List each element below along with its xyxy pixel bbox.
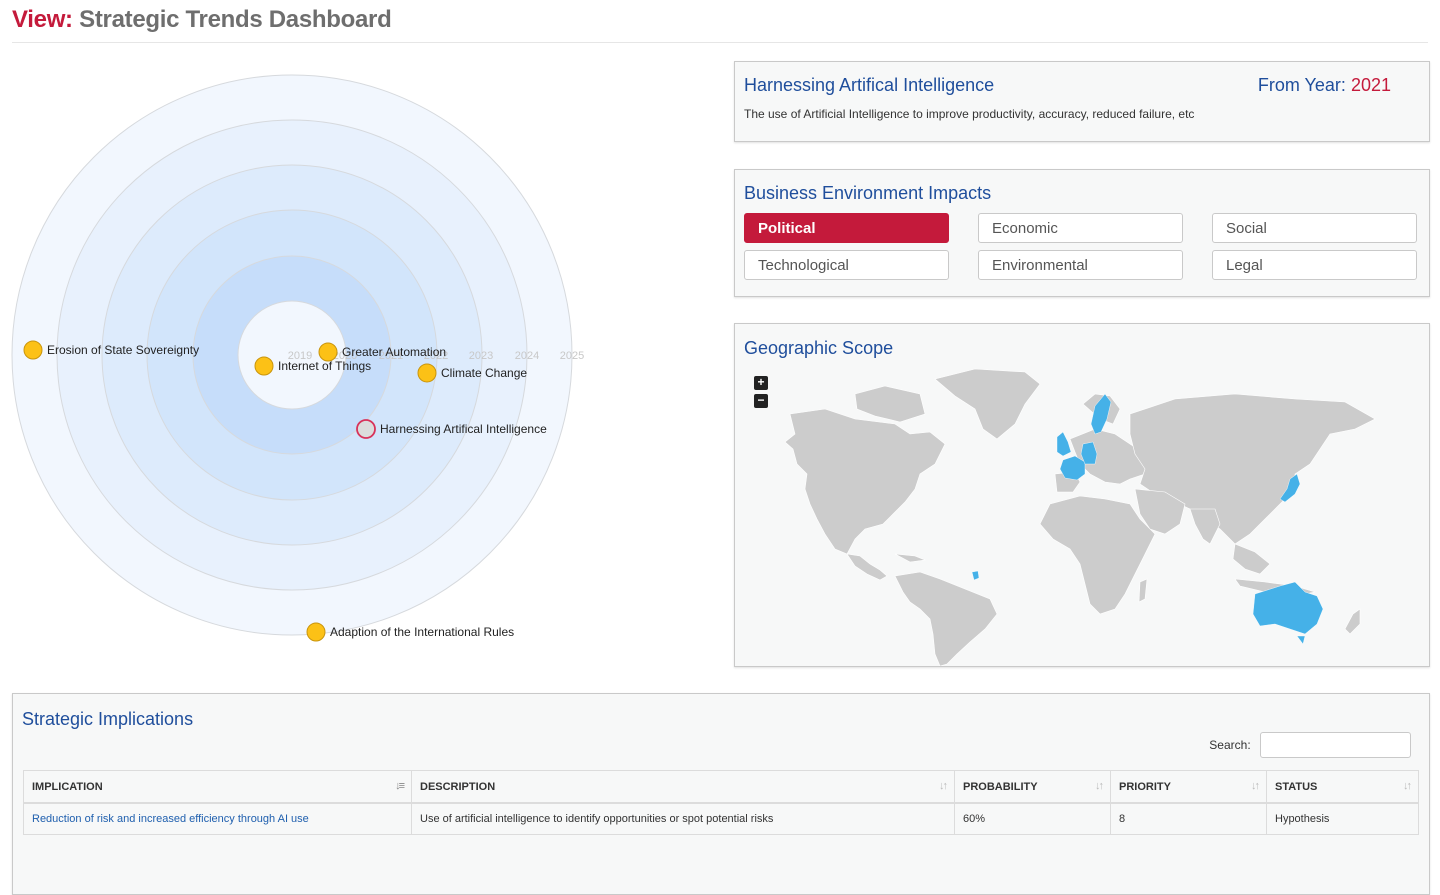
map-southeast-asia[interactable] [1232, 543, 1271, 575]
trend-dot[interactable] [306, 622, 326, 642]
map-africa[interactable] [1039, 495, 1156, 615]
search-input[interactable] [1260, 732, 1411, 758]
column-status[interactable]: STATUS ↓↑ [1266, 770, 1419, 804]
map-greenland[interactable] [934, 368, 1041, 440]
trend-label[interactable]: Internet of Things [278, 359, 371, 373]
impact-environmental-button[interactable]: Environmental [978, 250, 1183, 280]
map-united-kingdom[interactable] [1056, 431, 1072, 457]
column-description[interactable]: DESCRIPTION ↓↑ [411, 770, 955, 804]
map-new-zealand[interactable] [1344, 608, 1361, 635]
trend-dot[interactable] [23, 340, 43, 360]
column-label: PROBABILITY [963, 780, 1038, 793]
column-probability[interactable]: PROBABILITY ↓↑ [954, 770, 1111, 804]
from-year: From Year: 2021 [1258, 75, 1391, 96]
radar-trend[interactable]: Adaption of the International Rules [306, 622, 514, 642]
column-label: STATUS [1275, 780, 1318, 793]
impacts-title: Business Environment Impacts [744, 183, 992, 203]
map-zoom-out-button[interactable]: − [754, 394, 768, 408]
trend-dot[interactable] [356, 419, 376, 439]
impact-legal-button[interactable]: Legal [1212, 250, 1417, 280]
column-priority[interactable]: PRIORITY ↓↑ [1110, 770, 1267, 804]
map-french-guiana[interactable] [971, 570, 980, 581]
impact-political-button[interactable]: Political [744, 213, 949, 243]
world-map[interactable] [735, 324, 1429, 666]
trend-label[interactable]: Erosion of State Sovereignty [47, 343, 199, 357]
cell-probability: 60% [954, 802, 1111, 835]
search-label: Search: [1209, 738, 1251, 752]
trend-detail-panel: Harnessing Artifical Intelligence From Y… [734, 61, 1430, 142]
column-label: PRIORITY [1119, 780, 1171, 793]
map-tasmania[interactable] [1296, 635, 1306, 645]
radar-trend[interactable]: Erosion of State Sovereignty [23, 340, 199, 360]
map-arctic-islands[interactable] [854, 385, 926, 423]
trend-label[interactable]: Harnessing Artifical Intelligence [380, 422, 547, 436]
trend-label[interactable]: Climate Change [441, 366, 527, 380]
page-title: View: Strategic Trends Dashboard [12, 4, 1428, 36]
table-search: Search: [1209, 732, 1411, 758]
column-label: IMPLICATION [32, 780, 103, 793]
page-header: View: Strategic Trends Dashboard [12, 4, 1428, 43]
column-label: DESCRIPTION [420, 780, 496, 793]
map-central-america[interactable] [846, 553, 888, 581]
trend-title: Harnessing Artifical Intelligence [744, 75, 995, 95]
table-row: Reduction of risk and increased efficien… [23, 802, 1419, 835]
trend-radar: 2019 2020 2021 2022 2023 2024 2025 Erosion of … [11, 74, 584, 642]
trend-dot[interactable] [254, 356, 274, 376]
from-year-value: 2021 [1350, 75, 1391, 95]
sort-icon: ↓↑ [939, 780, 948, 792]
map-zoom-in-button[interactable]: + [754, 376, 768, 390]
trend-description: The use of Artificial Intelligence to im… [744, 107, 1195, 121]
radar-year-label: 2025 [560, 350, 584, 362]
column-implication[interactable]: IMPLICATION ↓≡ [23, 770, 412, 804]
sort-ascending-icon: ↓≡ [395, 780, 405, 792]
table-header-row: IMPLICATION ↓≡ DESCRIPTION ↓↑ PROBABILITY ↓… [23, 770, 1419, 804]
trend-label[interactable]: Adaption of the International Rules [330, 625, 514, 639]
map-india[interactable] [1189, 508, 1221, 545]
geo-title: Geographic Scope [744, 338, 894, 358]
business-impacts-panel: Business Environment Impacts Political E… [734, 169, 1430, 297]
trend-dot[interactable] [417, 363, 437, 383]
radar-year-label: 2023 [469, 350, 493, 362]
implications-title: Strategic Implications [22, 709, 194, 729]
sort-icon: ↓↑ [1251, 780, 1260, 792]
sort-icon: ↓↑ [1403, 780, 1412, 792]
map-madagascar[interactable] [1138, 578, 1148, 603]
strategic-implications-panel: Strategic Implications Search: IMPLICATI… [12, 693, 1430, 895]
radar-year-label: 2024 [515, 350, 539, 362]
cell-status: Hypothesis [1266, 802, 1419, 835]
cell-implication: Reduction of risk and increased efficien… [23, 802, 412, 835]
radar-trend[interactable]: Harnessing Artifical Intelligence [356, 419, 547, 439]
geographic-scope-panel: Geographic Scope + − [734, 323, 1430, 667]
impact-economic-button[interactable]: Economic [978, 213, 1183, 243]
cell-priority: 8 [1110, 802, 1267, 835]
from-year-label: From Year: [1257, 75, 1346, 95]
map-north-america[interactable] [784, 408, 946, 555]
implication-link[interactable]: Reduction of risk and increased efficien… [32, 813, 309, 825]
impact-social-button[interactable]: Social [1212, 213, 1417, 243]
implications-table: IMPLICATION ↓≡ DESCRIPTION ↓↑ PROBABILITY ↓… [23, 770, 1419, 835]
sort-icon: ↓↑ [1095, 780, 1104, 792]
cell-description: Use of artificial intelligence to identi… [411, 802, 955, 835]
impact-technological-button[interactable]: Technological [744, 250, 949, 280]
map-caribbean[interactable] [894, 553, 927, 563]
map-south-america[interactable] [894, 571, 998, 666]
view-label: View: [12, 6, 73, 33]
dashboard-title: Strategic Trends Dashboard [79, 6, 392, 33]
trend-label[interactable]: Greater Automation [342, 345, 446, 359]
